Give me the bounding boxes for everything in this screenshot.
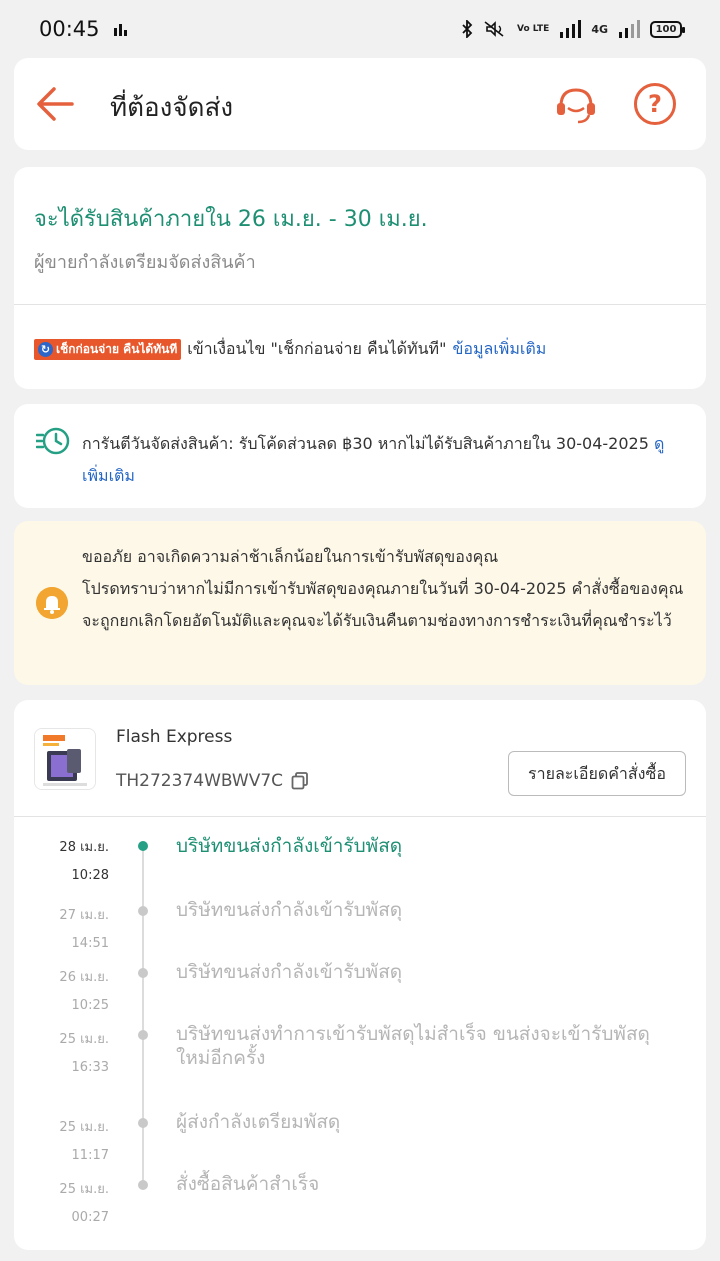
mute-icon [484, 21, 504, 37]
refresh-icon: ↻ [38, 342, 53, 357]
timeline-time: 00:27 [71, 1210, 109, 1225]
timeline-time: 14:51 [71, 936, 109, 951]
timeline-dot [138, 1118, 148, 1128]
tracking-card: Flash Express TH272374WBWV7C รายละเอียดค… [14, 700, 706, 1250]
timeline-dot [138, 906, 148, 916]
back-arrow-icon[interactable] [34, 84, 76, 124]
battery-indicator: 100 [650, 20, 685, 38]
timeline-datetime: 25 เม.ย. 11:17 [59, 1114, 109, 1170]
promo-row: ↻ เช็กก่อนจ่าย คืนได้ทันที เข้าเงื่อนไข … [34, 337, 546, 362]
delivery-info-card: จะได้รับสินค้าภายใน 26 เม.ย. - 30 เม.ย. … [14, 167, 706, 389]
timeline-datetime: 27 เม.ย. 14:51 [59, 902, 109, 958]
order-detail-button[interactable]: รายละเอียดคำสั่งซื้อ [508, 751, 686, 796]
copy-icon[interactable] [291, 772, 309, 790]
volte-indicator: Vo LTE [516, 23, 550, 34]
data-activity-icon [114, 24, 127, 36]
network-type: 4G [591, 22, 608, 36]
timeline-datetime: 26 เม.ย. 10:25 [59, 964, 109, 1020]
timeline-event: บริษัทขนส่งทำการเข้ารับพัสดุไม่สำเร็จ ขน… [176, 1023, 650, 1069]
bell-icon [36, 587, 68, 619]
guarantee-message: การันตีวันจัดส่งสินค้า: รับโค้ดส่วนลด ฿3… [82, 434, 649, 453]
product-image [35, 729, 95, 789]
divider [14, 304, 706, 305]
timeline-time: 11:17 [71, 1148, 109, 1163]
timeline-date: 25 เม.ย. [59, 1032, 109, 1047]
timeline-date: 26 เม.ย. [59, 970, 109, 985]
timeline-event: สั่งซื้อสินค้าสำเร็จ [176, 1173, 320, 1195]
clock-icon [36, 427, 70, 455]
timeline-event: ผู้ส่งกำลังเตรียมพัสดุ [176, 1111, 341, 1133]
tracking-number: TH272374WBWV7C [116, 771, 284, 791]
delivery-eta: จะได้รับสินค้าภายใน 26 เม.ย. - 30 เม.ย. [34, 207, 428, 232]
timeline-datetime: 25 เม.ย. 00:27 [59, 1176, 109, 1232]
timeline-event: บริษัทขนส่งกำลังเข้ารับพัสดุ [176, 961, 403, 983]
product-thumbnail[interactable] [34, 728, 96, 790]
status-icons: Vo LTE 4G 100 [461, 20, 685, 38]
timeline-line [142, 846, 144, 1186]
promo-text: เข้าเงื่อนไข "เช็กก่อนจ่าย คืนได้ทันที" [187, 339, 447, 358]
status-bar: 00:45 Vo LTE 4G 100 [0, 0, 720, 58]
delivery-status: ผู้ขายกำลังเตรียมจัดส่งสินค้า [34, 252, 256, 273]
timeline-date: 28 เม.ย. [59, 840, 109, 855]
timeline-time: 10:25 [71, 998, 109, 1013]
headset-icon[interactable] [554, 84, 598, 126]
timeline-dot [138, 968, 148, 978]
timeline-date: 25 เม.ย. [59, 1120, 109, 1135]
timeline-event: บริษัทขนส่งกำลังเข้ารับพัสดุ [176, 835, 403, 857]
status-time: 00:45 [39, 17, 100, 41]
delay-notice-card: ขออภัย อาจเกิดความล่าช้าเล็กน้อยในการเข้… [14, 521, 706, 685]
signal-icon [560, 20, 582, 38]
divider [14, 816, 706, 817]
signal-2-icon [619, 20, 640, 38]
guarantee-text: การันตีวันจัดส่งสินค้า: รับโค้ดส่วนลด ฿3… [82, 428, 682, 492]
timeline-event: บริษัทขนส่งกำลังเข้ารับพัสดุ [176, 899, 403, 921]
notice-line-2: โปรดทราบว่าหากไม่มีการเข้ารับพัสดุของคุณ… [82, 579, 684, 630]
header: ที่ต้องจัดส่ง ? [14, 58, 706, 150]
carrier-name: Flash Express [116, 727, 233, 747]
timeline-datetime: 28 เม.ย. 10:28 [59, 834, 109, 890]
notice-text: ขออภัย อาจเกิดความล่าช้าเล็กน้อยในการเข้… [82, 541, 692, 637]
guarantee-card: การันตีวันจัดส่งสินค้า: รับโค้ดส่วนลด ฿3… [14, 404, 706, 508]
timeline-date: 27 เม.ย. [59, 908, 109, 923]
timeline-date: 25 เม.ย. [59, 1182, 109, 1197]
help-icon[interactable]: ? [634, 83, 676, 125]
timeline-dot [138, 1030, 148, 1040]
timeline-time: 16:33 [71, 1060, 109, 1075]
timeline-time: 10:28 [71, 868, 109, 883]
notice-line-1: ขออภัย อาจเกิดความล่าช้าเล็กน้อยในการเข้… [82, 547, 499, 566]
bluetooth-icon [462, 20, 473, 38]
promo-more-info-link[interactable]: ข้อมูลเพิ่มเติม [452, 337, 546, 362]
timeline-dot [138, 1180, 148, 1190]
promo-badge: ↻ เช็กก่อนจ่าย คืนได้ทันที [34, 339, 182, 360]
tracking-number-row: TH272374WBWV7C [116, 771, 309, 791]
timeline-dot [138, 841, 148, 851]
promo-badge-label: เช็กก่อนจ่าย คืนได้ทันที [56, 342, 178, 356]
timeline-datetime: 25 เม.ย. 16:33 [59, 1026, 109, 1082]
page-title: ที่ต้องจัดส่ง [110, 93, 234, 123]
